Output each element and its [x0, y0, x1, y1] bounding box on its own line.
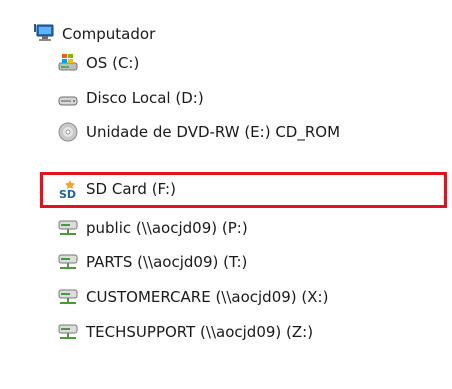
- svg-text:SD: SD: [59, 188, 76, 199]
- dvd-drive-icon: [58, 122, 78, 142]
- tree-item-label: CUSTOMERCARE (\\aocjd09) (X:): [86, 288, 329, 306]
- tree-item-label: TECHSUPPORT (\\aocjd09) (Z:): [86, 323, 314, 341]
- hard-drive-icon: [58, 88, 78, 108]
- tree-item-drive-p[interactable]: public (\\aocjd09) (P:): [58, 214, 248, 242]
- tree-item-label: PARTS (\\aocjd09) (T:): [86, 253, 248, 271]
- tree-item-label: SD Card (F:): [86, 180, 176, 198]
- computer-icon: [34, 24, 54, 44]
- network-drive-icon: [58, 252, 78, 272]
- sd-card-icon: SD: [58, 179, 78, 199]
- tree-item-label: Computador: [62, 25, 156, 43]
- tree-item-drive-x[interactable]: CUSTOMERCARE (\\aocjd09) (X:): [58, 283, 328, 311]
- tree-item-label: Disco Local (D:): [86, 89, 204, 107]
- tree-item-label: Unidade de DVD-RW (E:) CD_ROM: [86, 123, 341, 141]
- tree-item-drive-z[interactable]: TECHSUPPORT (\\aocjd09) (Z:): [58, 318, 313, 346]
- tree-item-drive-d[interactable]: Disco Local (D:): [58, 84, 204, 112]
- windows-drive-icon: [58, 53, 78, 73]
- tree-item-drive-e[interactable]: Unidade de DVD-RW (E:) CD_ROM: [58, 118, 340, 146]
- tree-item-drive-c[interactable]: OS (C:): [58, 49, 139, 77]
- tree-item-drive-f[interactable]: SD SD Card (F:): [58, 175, 176, 203]
- network-drive-icon: [58, 287, 78, 307]
- tree-item-drive-t[interactable]: PARTS (\\aocjd09) (T:): [58, 248, 247, 276]
- tree-item-label: public (\\aocjd09) (P:): [86, 219, 248, 237]
- navigation-tree: Computador OS (C:) Disco Local (D:) Unid…: [0, 0, 452, 389]
- network-drive-icon: [58, 218, 78, 238]
- tree-item-label: OS (C:): [86, 54, 140, 72]
- network-drive-icon: [58, 322, 78, 342]
- tree-item-computer[interactable]: Computador: [34, 20, 155, 48]
